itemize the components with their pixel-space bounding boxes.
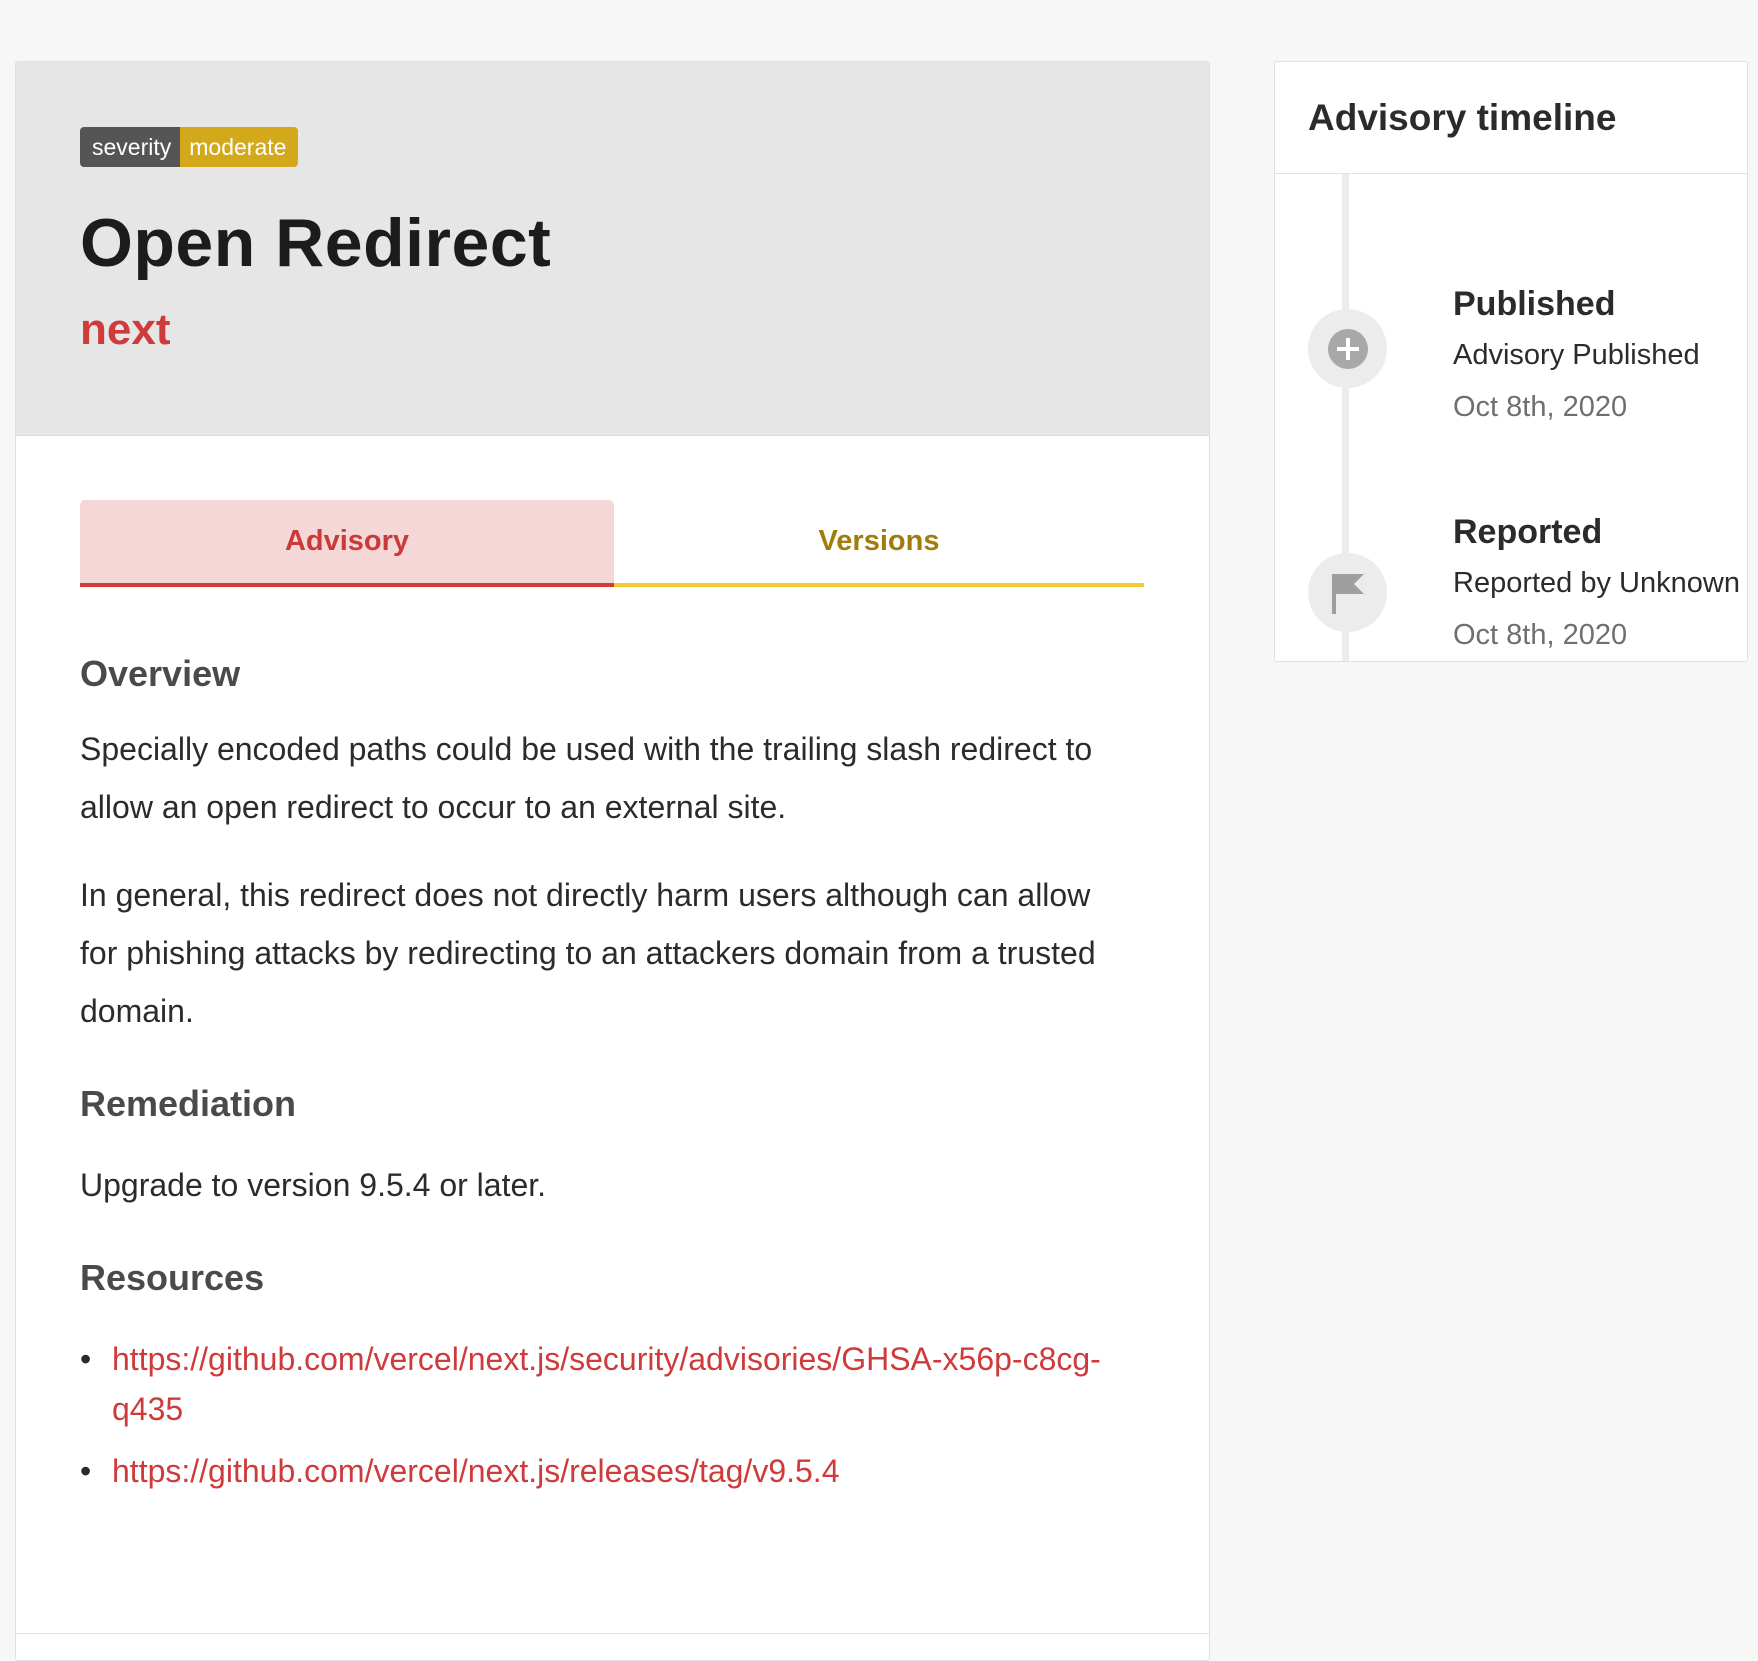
advisory-timeline-card: Advisory timeline Published Advisory Pub…	[1274, 61, 1748, 662]
resources-list: • https://github.com/vercel/next.js/secu…	[80, 1334, 1120, 1496]
bullet-icon: •	[80, 1341, 92, 1377]
event-text: Reported Reported by Unknown Oct 8th, 20…	[1453, 511, 1743, 653]
overview-paragraph: Specially encoded paths could be used wi…	[80, 731, 1093, 825]
event-date: Oct 8th, 2020	[1453, 619, 1628, 651]
advisory-header: severity moderate Open Redirect next	[16, 62, 1209, 436]
event-description: Reported by Unknown	[1453, 567, 1740, 599]
divider	[16, 1633, 1209, 1634]
resources-heading: Resources	[80, 1257, 265, 1298]
severity-badge-label: severity	[80, 127, 181, 167]
tab-versions[interactable]: Versions	[614, 500, 1144, 587]
severity-badge: severity moderate	[80, 127, 299, 167]
advisory-card: severity moderate Open Redirect next Adv…	[15, 61, 1210, 1661]
flag-icon	[1308, 553, 1387, 632]
event-title: Published	[1453, 285, 1616, 323]
tab-advisory[interactable]: Advisory	[80, 500, 614, 587]
list-item: • https://github.com/vercel/next.js/rele…	[80, 1446, 1120, 1496]
remediation-text: Upgrade to version 9.5.4 or later.	[80, 1167, 547, 1203]
event-text: Published Advisory Published Oct 8th, 20…	[1453, 283, 1743, 425]
list-item: • https://github.com/vercel/next.js/secu…	[80, 1334, 1120, 1434]
tab-bar: Advisory Versions	[80, 500, 1144, 587]
package-name: next	[80, 305, 171, 354]
page-title: Open Redirect	[80, 205, 552, 281]
timeline-heading: Advisory timeline	[1275, 62, 1747, 174]
severity-badge-value: moderate	[180, 127, 299, 167]
resource-link[interactable]: https://github.com/vercel/next.js/releas…	[112, 1453, 839, 1489]
remediation-heading: Remediation	[80, 1083, 297, 1124]
plus-circle-icon	[1308, 309, 1387, 388]
overview-heading: Overview	[80, 653, 241, 694]
event-description: Advisory Published	[1453, 339, 1700, 371]
event-title: Reported	[1453, 513, 1603, 551]
resource-link[interactable]: https://github.com/vercel/next.js/securi…	[112, 1341, 1101, 1427]
event-date: Oct 8th, 2020	[1453, 391, 1628, 423]
bullet-icon: •	[80, 1453, 92, 1489]
advisory-content: Overview Specially encoded paths could b…	[80, 652, 1120, 1508]
overview-paragraph: In general, this redirect does not direc…	[80, 877, 1096, 1029]
